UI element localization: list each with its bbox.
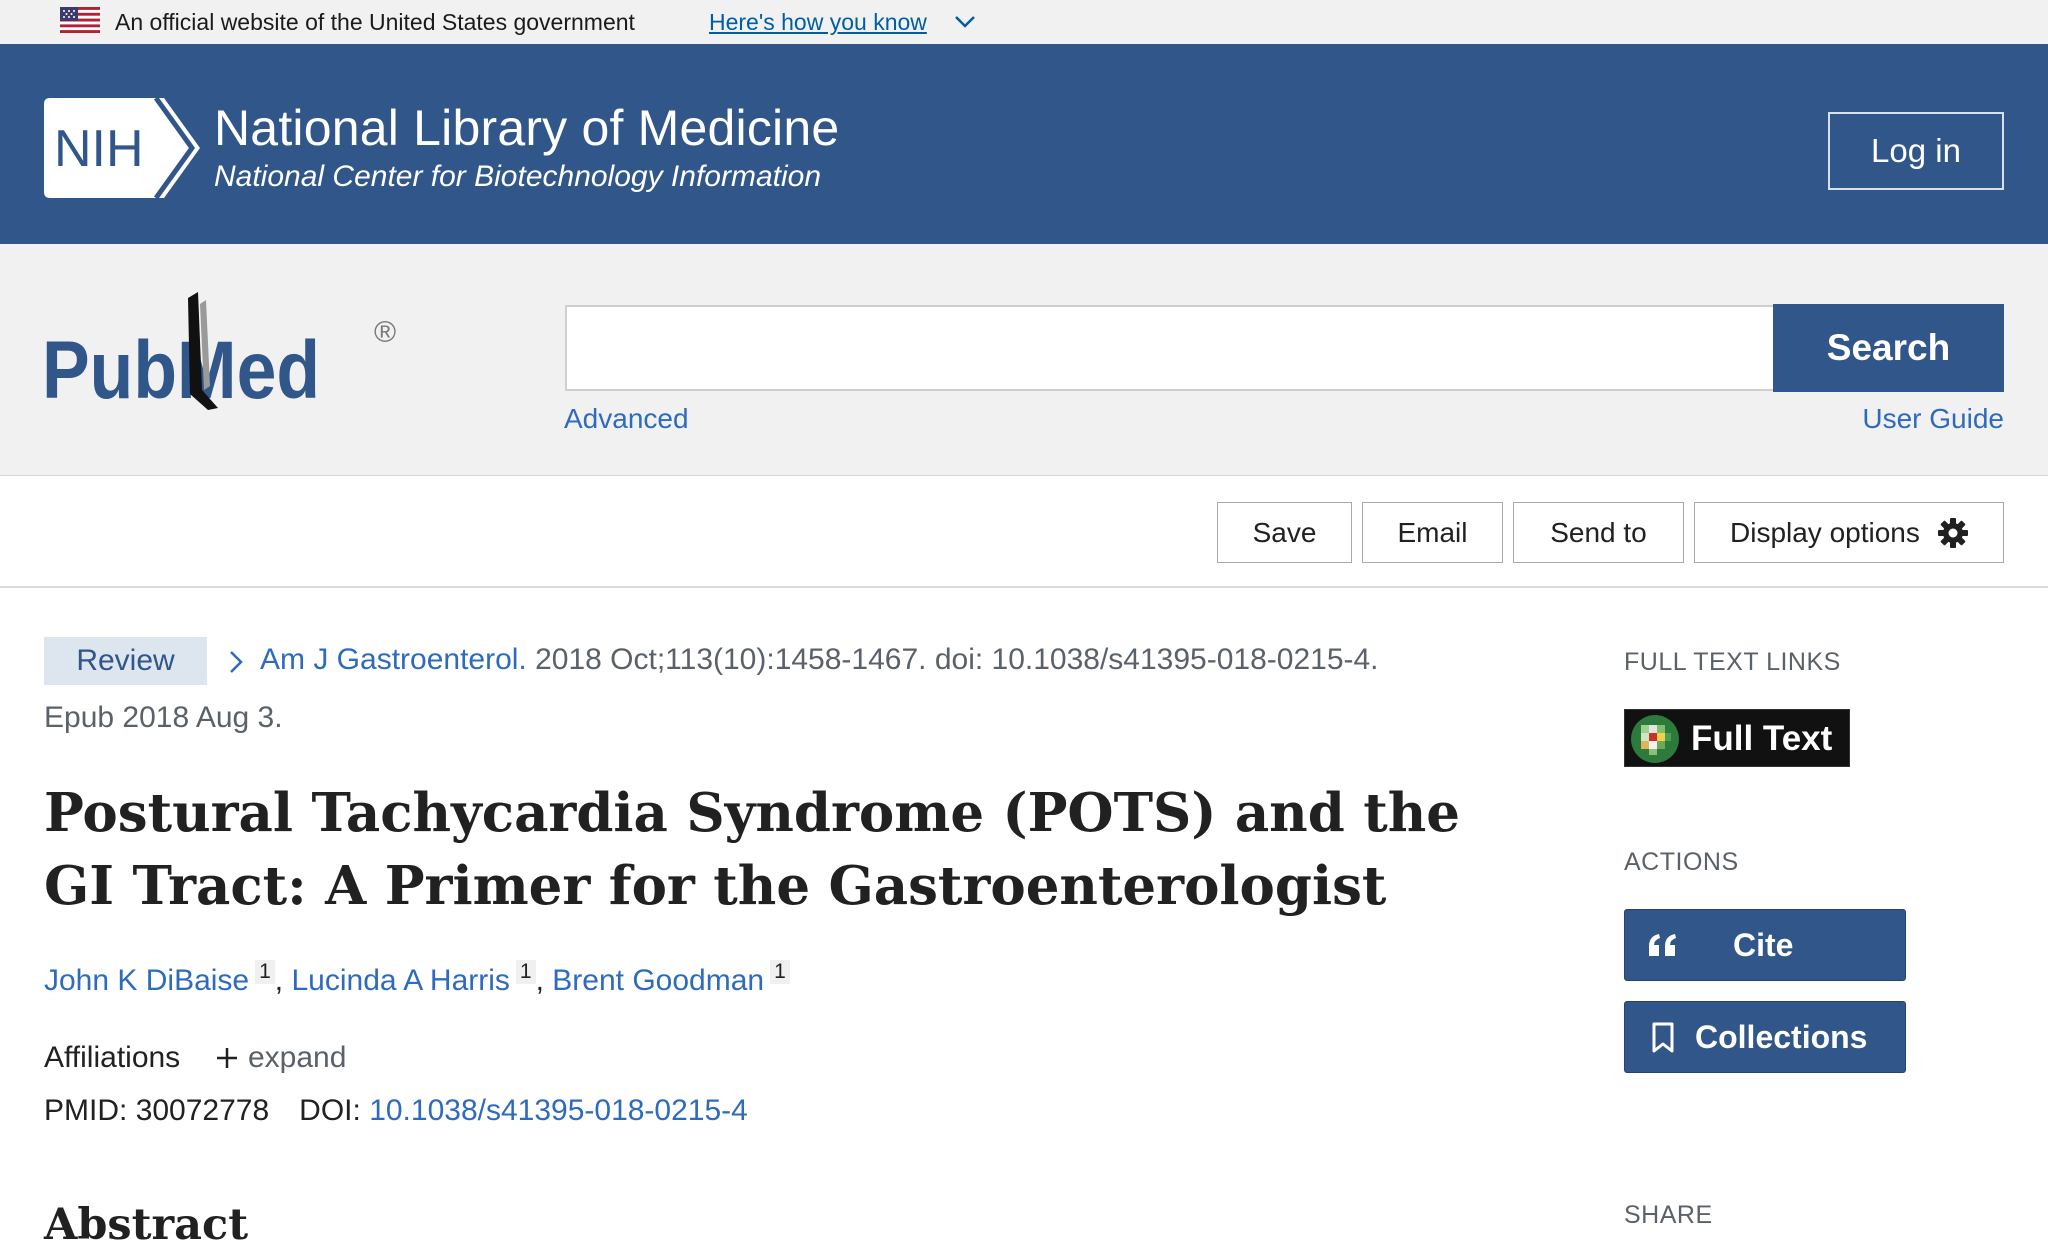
- affiliation-sup[interactable]: 1: [255, 960, 275, 984]
- author-link[interactable]: Lucinda A Harris: [291, 964, 509, 997]
- search-button[interactable]: Search: [1773, 304, 2004, 392]
- full-text-logo-icon: [1631, 715, 1679, 763]
- search-input[interactable]: [565, 305, 1775, 391]
- author-list: John K DiBaise 1, Lucinda A Harris 1, Bren…: [44, 960, 790, 998]
- author-link[interactable]: Brent Goodman: [552, 964, 764, 997]
- citation-line: Am J Gastroenterol. 2018 Oct;113(10):145…: [260, 643, 1379, 677]
- nih-logo-icon[interactable]: NIH: [44, 98, 200, 198]
- doi-link[interactable]: 10.1038/s41395-018-0215-4: [369, 1094, 748, 1127]
- epub-date: Epub 2018 Aug 3.: [44, 701, 283, 734]
- pmid-label: PMID:: [44, 1094, 128, 1127]
- user-guide-link[interactable]: User Guide: [1862, 403, 2004, 435]
- nlm-title[interactable]: National Library of Medicine: [214, 99, 839, 157]
- send-to-button[interactable]: Send to: [1513, 502, 1684, 563]
- article-type-badge: Review: [44, 637, 207, 685]
- nih-header: NIH National Library of Medicine Nationa…: [0, 44, 2048, 244]
- collections-label[interactable]: Collections: [1695, 1019, 1867, 1056]
- affiliation-sup[interactable]: 1: [515, 960, 536, 984]
- heres-how-you-know-link[interactable]: Here's how you know: [709, 9, 927, 36]
- citation-details: 2018 Oct;113(10):1458-1467. doi: 10.1038…: [526, 643, 1379, 676]
- journal-link[interactable]: Am J Gastroenterol.: [260, 643, 527, 676]
- share-heading: SHARE: [1624, 1201, 1713, 1229]
- save-button[interactable]: Save: [1217, 502, 1352, 563]
- quote-icon: [1649, 934, 1676, 956]
- full-text-label[interactable]: Full Text: [1691, 719, 1832, 759]
- article-ids: PMID: 30072778 DOI: 10.1038/s41395-018-02…: [44, 1094, 748, 1128]
- gov-banner-text: An official website of the United States…: [115, 9, 635, 35]
- bookmark-icon: [1652, 1022, 1674, 1053]
- plus-icon[interactable]: [215, 1046, 239, 1070]
- svg-text:®: ®: [374, 316, 396, 349]
- affiliation-sup[interactable]: 1: [770, 960, 790, 984]
- author-link[interactable]: John K DiBaise: [44, 964, 249, 997]
- collections-button[interactable]: Collections: [1624, 1001, 1906, 1073]
- expand-label[interactable]: expand: [248, 1041, 346, 1074]
- article-title: Postural Tachycardia Syndrome (POTS) and…: [44, 782, 1460, 917]
- pubmed-logo[interactable]: PubMed ®: [40, 290, 410, 420]
- cite-label[interactable]: Cite: [1733, 927, 1793, 964]
- ncbi-subtitle: National Center for Biotechnology Inform…: [214, 160, 822, 193]
- svg-text:PubMed: PubMed: [42, 325, 320, 416]
- pmid-value: 30072778: [135, 1094, 270, 1127]
- chevron-right-icon[interactable]: [228, 649, 244, 675]
- actions-heading: ACTIONS: [1624, 848, 1739, 876]
- gov-banner: An official website of the United States…: [0, 0, 2048, 44]
- email-button[interactable]: Email: [1362, 502, 1503, 563]
- full-text-button[interactable]: Full Text: [1624, 709, 1850, 767]
- full-text-links-heading: FULL TEXT LINKS: [1624, 648, 1841, 676]
- login-button[interactable]: Log in: [1828, 112, 2004, 190]
- affiliations-label: Affiliations: [44, 1041, 181, 1074]
- expand-affiliations-toggle[interactable]: expand: [215, 1041, 346, 1075]
- svg-text:NIH: NIH: [54, 120, 144, 178]
- abstract-heading: Abstract: [44, 1200, 249, 1250]
- doi-label: DOI:: [299, 1094, 361, 1127]
- us-flag-icon: [60, 7, 100, 33]
- gear-icon[interactable]: [1937, 517, 1969, 549]
- advanced-search-link[interactable]: Advanced: [564, 403, 689, 435]
- cite-button[interactable]: Cite: [1624, 909, 1906, 981]
- chevron-down-icon[interactable]: [954, 14, 976, 30]
